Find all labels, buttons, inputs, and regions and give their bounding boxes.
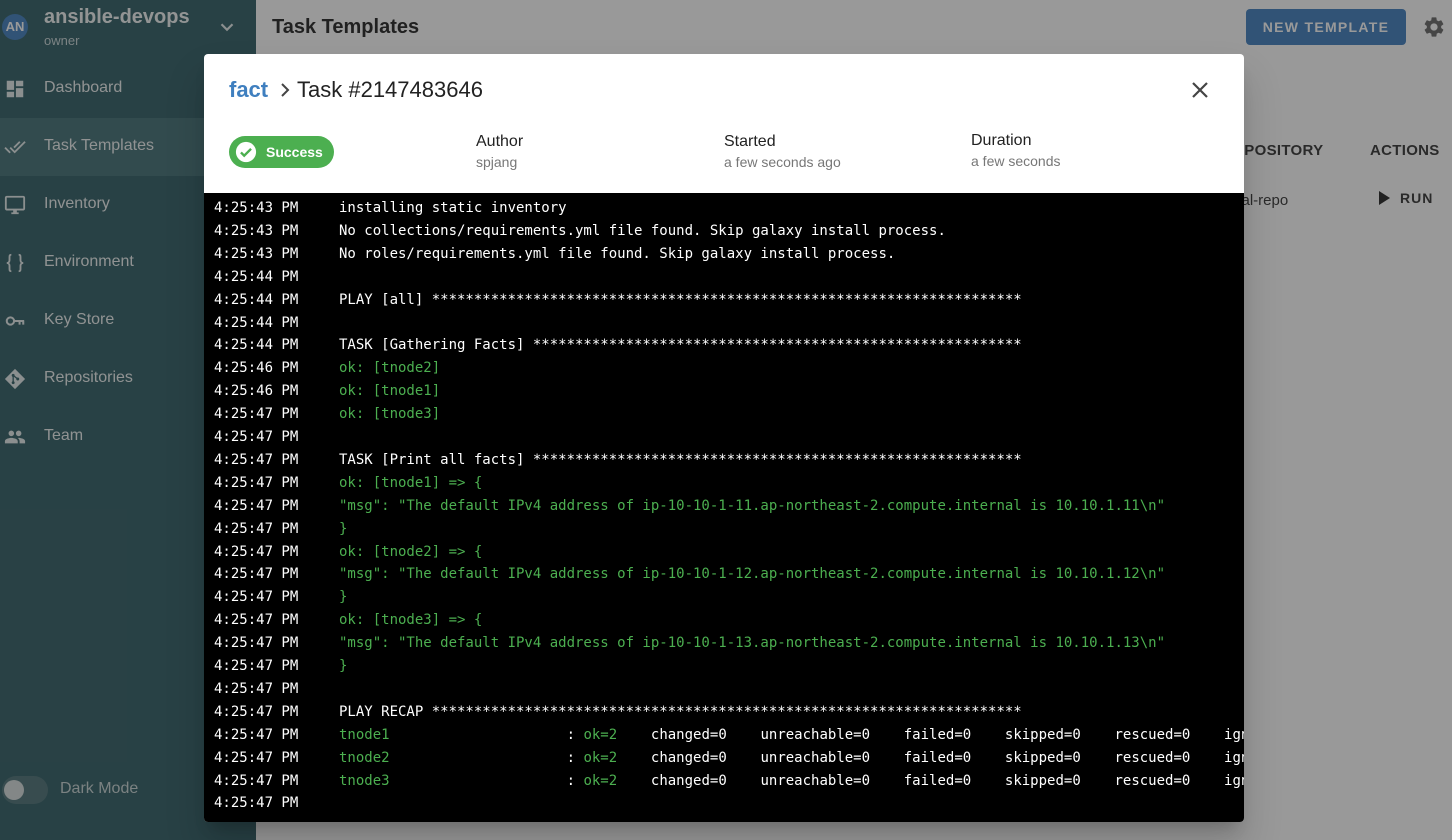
console-message: }	[339, 521, 347, 537]
console-message: "msg": "The default IPv4 address of ip-1…	[339, 635, 1165, 651]
console-message: ok: [tnode2]	[339, 360, 440, 376]
console-segment: "msg": "The default IPv4 address of ip-1…	[339, 497, 1166, 514]
console-segment: ok: [tnode3]	[339, 406, 441, 423]
console-timestamp: 4:25:47 PM	[214, 451, 299, 468]
console-segment: No collections/requirements.yml file fou…	[339, 222, 946, 239]
console-timestamp: 4:25:44 PM	[214, 268, 299, 285]
console-segment: TASK [Print all facts] *****************…	[339, 451, 1022, 468]
console-timestamp: 4:25:47 PM	[214, 406, 299, 423]
console-timestamp: 4:25:44 PM	[214, 314, 299, 331]
task-output-console[interactable]: 4:25:43 PM installing static inventory 4:2…	[204, 193, 1244, 822]
console-segment: changed=0 unreachable=0 failed=0 skipped…	[617, 726, 1244, 743]
console-segment: ok=2	[583, 749, 618, 766]
console-message: tnode3 : ok=2 changed=0 unreachable=0 fa…	[339, 773, 1244, 789]
console-timestamp: 4:25:47 PM	[214, 658, 299, 674]
console-timestamp: 4:25:47 PM	[214, 612, 299, 629]
console-timestamp: 4:25:43 PM	[214, 245, 299, 262]
started-value: a few seconds ago	[724, 154, 841, 170]
console-timestamp: 4:25:47 PM	[214, 680, 299, 697]
console-segment: PLAY [all] *****************************…	[339, 291, 1022, 308]
console-segment: ok: [tnode3] => {	[339, 612, 483, 629]
console-timestamp: 4:25:47 PM	[214, 772, 299, 789]
console-segment: tnode1	[339, 726, 390, 743]
console-segment: "msg": "The default IPv4 address of ip-1…	[339, 566, 1166, 583]
close-icon[interactable]	[1188, 78, 1212, 102]
console-message: ok: [tnode2] => {	[339, 544, 482, 560]
console-segment: ok=2	[583, 772, 618, 789]
console-message: installing static inventory	[339, 200, 567, 216]
console-timestamp: 4:25:46 PM	[214, 383, 299, 400]
console-segment: tnode2	[339, 749, 390, 766]
console-timestamp: 4:25:47 PM	[214, 703, 299, 720]
console-message: PLAY RECAP *****************************…	[339, 704, 1022, 720]
console-segment: }	[339, 520, 348, 537]
task-dialog: fact Task #2147483646 Success Author spj…	[204, 54, 1244, 822]
status-badge: Success	[229, 136, 334, 168]
chevron-right-icon	[281, 83, 290, 97]
console-segment: ok: [tnode1] => {	[339, 474, 483, 491]
console-segment: }	[339, 658, 348, 674]
check-circle-icon	[235, 141, 257, 163]
console-timestamp: 4:25:47 PM	[214, 589, 299, 606]
console-message: "msg": "The default IPv4 address of ip-1…	[339, 566, 1165, 582]
console-message: TASK [Gathering Facts] *****************…	[339, 337, 1022, 353]
console-message: No roles/requirements.yml file found. Sk…	[339, 246, 895, 262]
author-label: Author	[476, 133, 524, 150]
console-segment: changed=0 unreachable=0 failed=0 skipped…	[617, 772, 1244, 789]
status-text: Success	[266, 144, 323, 160]
console-message: ok: [tnode1] => {	[339, 475, 482, 491]
duration-value: a few seconds	[971, 153, 1061, 169]
console-segment: No roles/requirements.yml file found. Sk…	[339, 245, 896, 262]
console-segment: PLAY RECAP *****************************…	[339, 703, 1022, 720]
console-segment: :	[389, 726, 584, 743]
console-message: }	[339, 658, 347, 674]
console-timestamp: 4:25:43 PM	[214, 222, 299, 239]
console-message: TASK [Print all facts] *****************…	[339, 452, 1022, 468]
console-message: ok: [tnode1]	[339, 383, 440, 399]
console-timestamp: 4:25:47 PM	[214, 520, 299, 537]
console-segment: ok: [tnode2]	[339, 360, 441, 377]
console-message: }	[339, 589, 347, 605]
console-timestamp: 4:25:46 PM	[214, 360, 299, 377]
dialog-title: Task #2147483646	[297, 77, 483, 102]
console-message: PLAY [all] *****************************…	[339, 292, 1022, 308]
console-timestamp: 4:25:47 PM	[214, 749, 299, 766]
console-timestamp: 4:25:44 PM	[214, 337, 299, 354]
console-segment: installing static inventory	[339, 200, 567, 216]
author-value: spjang	[476, 154, 518, 170]
console-message: "msg": "The default IPv4 address of ip-1…	[339, 498, 1165, 514]
started-label: Started	[724, 133, 776, 150]
console-timestamp: 4:25:47 PM	[214, 566, 299, 583]
console-segment: :	[389, 749, 584, 766]
console-segment: ok: [tnode2] => {	[339, 543, 483, 560]
console-segment: ok=2	[583, 726, 618, 743]
console-timestamp: 4:25:47 PM	[214, 429, 299, 445]
console-timestamp: 4:25:47 PM	[214, 474, 299, 491]
console-timestamp: 4:25:47 PM	[214, 497, 299, 514]
console-timestamp: 4:25:47 PM	[214, 795, 299, 812]
console-timestamp: 4:25:43 PM	[214, 200, 299, 216]
console-timestamp: 4:25:44 PM	[214, 291, 299, 308]
console-message: tnode2 : ok=2 changed=0 unreachable=0 fa…	[339, 750, 1244, 766]
console-timestamp: 4:25:47 PM	[214, 543, 299, 560]
console-segment: }	[339, 589, 348, 606]
breadcrumb-template-link[interactable]: fact	[229, 77, 268, 103]
console-segment: TASK [Gathering Facts] *****************…	[339, 337, 1022, 354]
duration-label: Duration	[971, 132, 1032, 149]
console-segment: ok: [tnode1]	[339, 383, 441, 400]
console-message: tnode1 : ok=2 changed=0 unreachable=0 fa…	[339, 727, 1244, 743]
console-message: ok: [tnode3]	[339, 406, 440, 422]
console-timestamp: 4:25:47 PM	[214, 726, 299, 743]
console-timestamp: 4:25:47 PM	[214, 635, 299, 652]
console-message: No collections/requirements.yml file fou…	[339, 223, 946, 239]
console-segment: changed=0 unreachable=0 failed=0 skipped…	[617, 749, 1244, 766]
console-segment: tnode3	[339, 772, 390, 789]
console-segment: "msg": "The default IPv4 address of ip-1…	[339, 635, 1166, 652]
console-segment: :	[389, 772, 584, 789]
console-message: ok: [tnode3] => {	[339, 612, 482, 628]
